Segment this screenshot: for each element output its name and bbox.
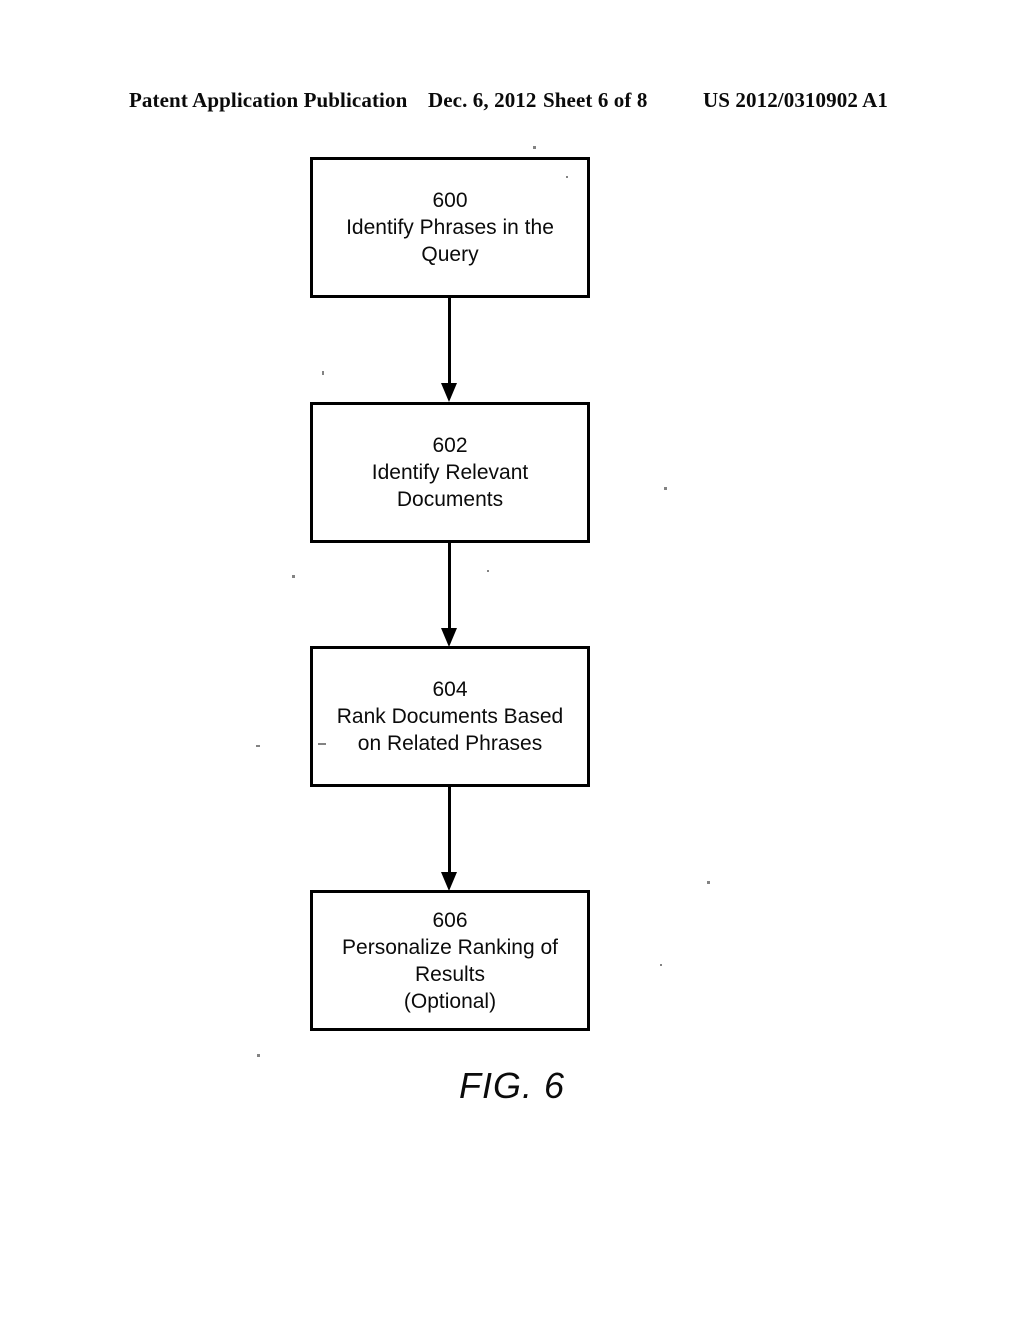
scan-speckle <box>318 743 326 745</box>
scan-speckle <box>256 745 260 747</box>
flowchart: 600 Identify Phrases in the Query 602 Id… <box>0 0 1024 1320</box>
scan-speckle <box>487 570 489 572</box>
arrowhead-604-to-606-icon <box>441 872 457 891</box>
scan-speckle <box>664 487 667 490</box>
flowchart-node-606-label: 606 Personalize Ranking of Results (Opti… <box>342 908 558 1013</box>
scan-speckle <box>533 146 536 149</box>
arrowhead-600-to-602-icon <box>441 383 457 402</box>
scan-speckle <box>566 176 568 178</box>
flowchart-node-602: 602 Identify Relevant Documents <box>310 402 590 543</box>
scan-speckle <box>257 1054 260 1057</box>
arrowhead-602-to-604-icon <box>441 628 457 647</box>
connector-600-to-602 <box>448 298 451 384</box>
scan-speckle <box>322 371 324 375</box>
flowchart-node-600-label: 600 Identify Phrases in the Query <box>346 189 554 266</box>
flowchart-node-604-label: 604 Rank Documents Based on Related Phra… <box>336 678 564 755</box>
connector-602-to-604 <box>448 543 451 629</box>
scan-speckle <box>660 964 662 966</box>
flowchart-node-606: 606 Personalize Ranking of Results (Opti… <box>310 890 590 1031</box>
connector-604-to-606 <box>448 787 451 873</box>
scan-speckle <box>707 881 710 884</box>
flowchart-node-604: 604 Rank Documents Based on Related Phra… <box>310 646 590 787</box>
flowchart-node-600: 600 Identify Phrases in the Query <box>310 157 590 298</box>
scan-speckle <box>292 575 295 578</box>
patent-figure-page: Patent Application Publication Dec. 6, 2… <box>0 0 1024 1320</box>
flowchart-node-602-label: 602 Identify Relevant Documents <box>371 434 529 511</box>
figure-caption: FIG. 6 <box>458 1065 566 1106</box>
